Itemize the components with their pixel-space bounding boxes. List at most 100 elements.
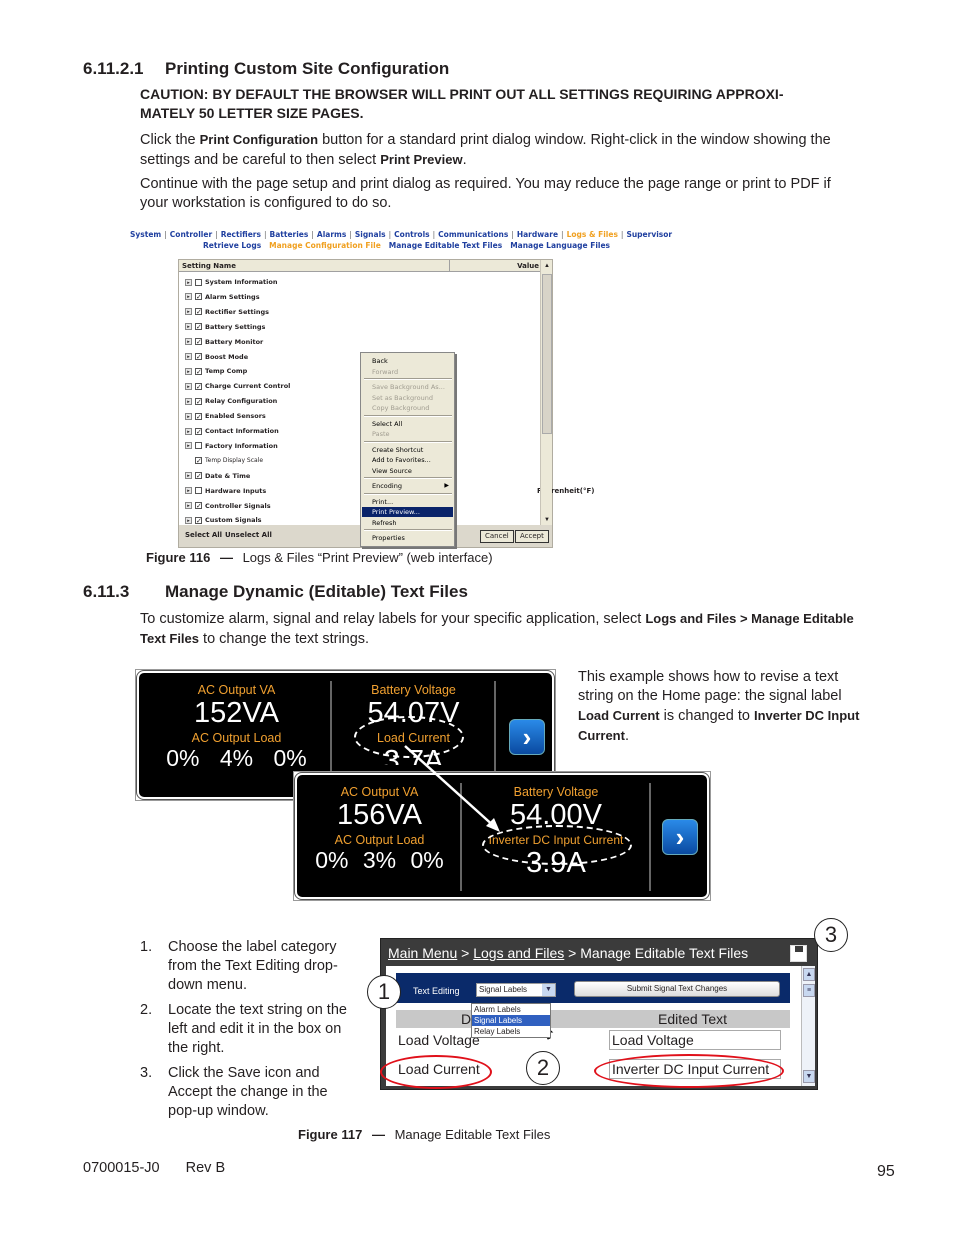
step-item: 1. Choose the label category from the Tex…: [140, 938, 350, 995]
expand-arrow-icon[interactable]: ▸: [185, 353, 192, 360]
setting-checkbox[interactable]: ✓: [195, 502, 202, 510]
expand-arrow-icon[interactable]: ▸: [185, 487, 192, 495]
label-category-select[interactable]: Signal Labels ▼: [476, 983, 556, 997]
accept-button[interactable]: Accept: [515, 530, 549, 543]
step-item: 3. Click the Save icon and Accept the cha…: [140, 1064, 350, 1121]
column-header-setting-name[interactable]: Setting Name: [182, 262, 236, 270]
expand-arrow-icon[interactable]: ▸: [185, 308, 192, 316]
menu-item-refresh[interactable]: Refresh: [362, 518, 453, 528]
default-text-cell: Load Voltage: [398, 1032, 480, 1048]
setting-checkbox[interactable]: [195, 442, 202, 450]
figure-116-screenshot: System | Controller | Rectifiers | Batteries | A…: [128, 226, 672, 548]
scroll-thumb[interactable]: ≡: [803, 984, 815, 997]
nav-item-logs-files[interactable]: Logs & Files: [567, 230, 618, 239]
nav-item-hardware[interactable]: Hardware: [517, 230, 558, 239]
menu-item-add-to-favorites[interactable]: Add to Favorites...: [362, 455, 453, 465]
option-relay-labels[interactable]: Relay Labels: [472, 1026, 550, 1037]
expand-arrow-icon[interactable]: ▸: [185, 502, 192, 509]
menu-item-create-shortcut[interactable]: Create Shortcut: [362, 445, 453, 455]
panel-scrollbar[interactable]: ▲ ≡ ▼: [801, 966, 815, 1086]
revision: Rev B: [185, 1160, 226, 1176]
setting-checkbox[interactable]: ✓: [195, 472, 202, 480]
nav-item-communications[interactable]: Communications: [438, 230, 508, 239]
setting-checkbox[interactable]: ✓: [195, 427, 202, 435]
menu-item-print[interactable]: Print...: [362, 497, 453, 507]
breadcrumb-main-menu[interactable]: Main Menu: [388, 945, 457, 961]
chevron-down-icon[interactable]: ▼: [542, 984, 555, 996]
nav-item-alarms[interactable]: Alarms: [317, 230, 346, 239]
expand-arrow-icon[interactable]: ▸: [185, 472, 192, 480]
expand-arrow-icon[interactable]: ▸: [185, 367, 192, 375]
nav-item-controls[interactable]: Controls: [394, 230, 429, 239]
menu-item-print-preview[interactable]: Print Preview...: [362, 507, 453, 517]
expand-arrow-icon[interactable]: ▸: [185, 338, 192, 346]
nav-separator: |: [388, 230, 392, 239]
setting-row: ✓ Temp Display Scale: [195, 454, 263, 468]
breadcrumb-logs-and-files[interactable]: Logs and Files: [473, 945, 564, 961]
menu-item-view-source[interactable]: View Source: [362, 466, 453, 476]
subnav-item-manage-editable-text-files[interactable]: Manage Editable Text Files: [389, 241, 502, 250]
next-page-chevron-icon[interactable]: ›: [662, 819, 698, 855]
setting-checkbox[interactable]: ✓: [195, 323, 202, 331]
text: Click the: [140, 132, 200, 148]
expand-arrow-icon[interactable]: ▸: [185, 278, 192, 286]
setting-row: ▸ ✓ Boost Mode: [185, 350, 248, 364]
settings-scrollbar[interactable]: ▲ ▼: [540, 260, 552, 527]
scroll-up-icon[interactable]: ▲: [803, 968, 815, 981]
setting-checkbox[interactable]: ✓: [195, 353, 202, 361]
setting-label: Charge Current Control: [205, 382, 291, 391]
setting-checkbox[interactable]: ✓: [195, 457, 202, 465]
unselect-all-link[interactable]: Unselect All: [225, 531, 272, 539]
column-header-value[interactable]: Value: [449, 260, 541, 272]
option-signal-labels[interactable]: Signal Labels: [472, 1015, 550, 1026]
submit-signal-text-changes-button[interactable]: Submit Signal Text Changes: [574, 981, 780, 997]
subnav-item-manage-language-files[interactable]: Manage Language Files: [510, 241, 610, 250]
scroll-up-icon[interactable]: ▲: [542, 261, 552, 271]
setting-checkbox[interactable]: [195, 487, 202, 495]
setting-checkbox[interactable]: ✓: [195, 397, 202, 405]
expand-arrow-icon[interactable]: ▸: [185, 323, 192, 331]
nav-separator: |: [620, 230, 624, 239]
setting-checkbox[interactable]: ✓: [195, 338, 202, 346]
expand-arrow-icon[interactable]: ▸: [185, 293, 192, 301]
caution-line: MATELY 50 LETTER SIZE PAGES.: [140, 105, 364, 121]
menu-item-select-all[interactable]: Select All: [362, 419, 453, 429]
setting-label: Controller Signals: [205, 501, 271, 510]
menu-item-properties[interactable]: Properties: [362, 533, 453, 543]
scroll-thumb[interactable]: [542, 274, 552, 434]
document-id: 0700015-J0: [83, 1160, 160, 1176]
subnav-item-retrieve-logs[interactable]: Retrieve Logs: [203, 241, 261, 250]
expand-arrow-icon[interactable]: ▸: [185, 397, 192, 405]
scroll-down-icon[interactable]: ▼: [542, 515, 552, 525]
expand-arrow-icon[interactable]: ▸: [185, 442, 192, 450]
menu-item-back[interactable]: Back: [362, 356, 453, 366]
bold-term: Print Preview: [380, 152, 463, 167]
setting-checkbox[interactable]: ✓: [195, 293, 202, 301]
settings-table-header: Setting Name Value: [179, 260, 541, 272]
setting-checkbox[interactable]: ✓: [195, 516, 202, 524]
nav-item-system[interactable]: System: [130, 230, 161, 239]
ac-output-load-values: 0% 3% 0%: [315, 847, 444, 873]
nav-item-controller[interactable]: Controller: [170, 230, 212, 239]
nav-item-supervisor[interactable]: Supervisor: [626, 230, 672, 239]
expand-arrow-icon[interactable]: ▸: [185, 427, 192, 435]
setting-checkbox[interactable]: [195, 278, 202, 286]
scroll-down-icon[interactable]: ▼: [803, 1070, 815, 1083]
save-icon[interactable]: [790, 945, 807, 962]
expand-arrow-icon[interactable]: ▸: [185, 382, 192, 390]
menu-item-encoding[interactable]: Encoding ▶: [362, 481, 453, 491]
expand-arrow-icon[interactable]: ▸: [185, 412, 192, 420]
nav-item-batteries[interactable]: Batteries: [270, 230, 309, 239]
nav-item-rectifiers[interactable]: Rectifiers: [221, 230, 261, 239]
nav-item-signals[interactable]: Signals: [355, 230, 386, 239]
cancel-button[interactable]: Cancel: [480, 530, 514, 543]
expand-arrow-icon[interactable]: ▸: [185, 516, 192, 524]
select-all-link[interactable]: Select All: [185, 531, 222, 539]
subnav-item-manage-configuration-file[interactable]: Manage Configuration File: [269, 241, 381, 250]
setting-checkbox[interactable]: ✓: [195, 412, 202, 420]
edited-text-input[interactable]: Load Voltage: [609, 1030, 781, 1050]
setting-checkbox[interactable]: ✓: [195, 308, 202, 316]
option-alarm-labels[interactable]: Alarm Labels: [472, 1004, 550, 1015]
setting-checkbox[interactable]: ✓: [195, 367, 202, 375]
setting-checkbox[interactable]: ✓: [195, 382, 202, 390]
